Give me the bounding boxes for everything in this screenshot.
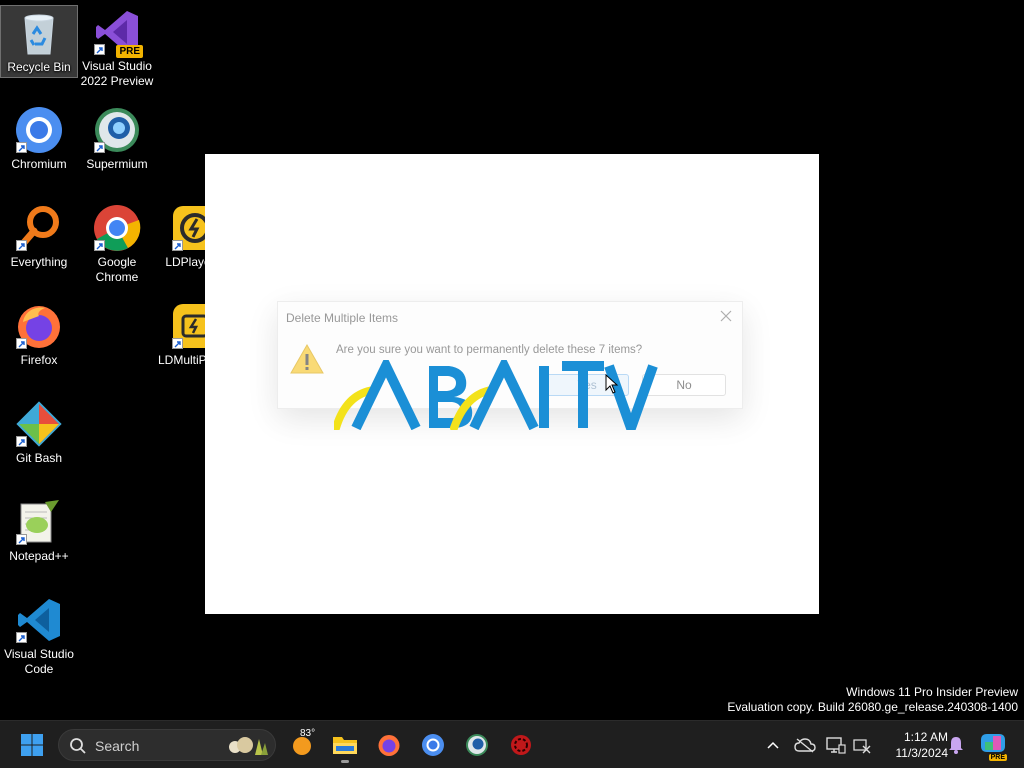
firefox-icon (15, 302, 63, 350)
delete-confirmation-dialog: Delete Multiple Items Are you sure you w… (277, 301, 743, 409)
recycle-bin-icon (15, 9, 63, 57)
copilot-preview-badge: PRE (988, 754, 1007, 761)
file-explorer-icon (333, 737, 357, 754)
desktop-icon-recycle-bin[interactable]: Recycle Bin (0, 5, 78, 78)
network-volume-tray[interactable] (850, 733, 874, 757)
taskbar: Search 83° 1:12 AM 11/3/2024 PRE (0, 720, 1024, 768)
notifications-button[interactable] (944, 733, 968, 757)
shortcut-arrow-icon (16, 436, 27, 447)
desktop-icon-visual-studio-2022-preview[interactable]: PRE Visual Studio 2022 Preview (78, 5, 156, 91)
shortcut-arrow-icon (94, 240, 105, 251)
shortcut-arrow-icon (16, 142, 27, 153)
google-chrome-icon (93, 204, 141, 252)
shortcut-arrow-icon (94, 44, 105, 55)
desktop-icon-visual-studio-code[interactable]: Visual Studio Code (0, 593, 78, 679)
shortcut-arrow-icon (172, 240, 183, 251)
git-bash-icon (15, 400, 63, 448)
notepad-plus-plus-icon (15, 498, 63, 546)
desktop-icon-label: Notepad++ (9, 549, 69, 563)
desktop-icon-google-chrome[interactable]: Google Chrome (78, 201, 156, 287)
chromium-icon (422, 734, 444, 756)
desktop-icon-label: Visual Studio Code (4, 647, 74, 676)
taskbar-file-explorer[interactable] (325, 725, 365, 765)
windows-build: Evaluation copy. Build 26080.ge_release.… (727, 700, 1018, 714)
taskbar-supermium[interactable] (457, 725, 497, 765)
desktop-icon-label: Visual Studio 2022 Preview (80, 59, 154, 88)
visual-studio-icon: PRE (93, 8, 143, 58)
clock-date: 11/3/2024 (895, 746, 949, 760)
search-icon (69, 737, 87, 760)
desktop-icon-supermium[interactable]: Supermium (78, 103, 156, 174)
desktop-icon-label: Everything (10, 255, 68, 269)
firefox-icon (378, 735, 400, 756)
no-button[interactable]: No (642, 374, 726, 396)
taskbar-clock[interactable]: 1:12 AM 11/3/2024 (878, 729, 949, 761)
onedrive-icon (794, 738, 816, 753)
weather-temperature: 83° (300, 728, 316, 739)
desktop-icon-notepad-plus-plus[interactable]: Notepad++ (0, 495, 78, 566)
desktop-icon-label: Supermium (86, 157, 148, 171)
shortcut-arrow-icon (16, 534, 27, 545)
windows-edition: Windows 11 Pro Insider Preview (846, 685, 1018, 699)
network-icon (853, 739, 871, 754)
windows-watermark-text: Windows 11 Pro Insider Preview Evaluatio… (727, 685, 1018, 715)
supermium-icon (466, 734, 488, 756)
shortcut-arrow-icon (172, 338, 183, 349)
taskbar-firefox[interactable] (369, 725, 409, 765)
windows-start-icon (21, 734, 43, 756)
desktop-icon-label: Firefox (20, 353, 58, 367)
mouse-cursor (605, 373, 619, 399)
clock-time: 1:12 AM (903, 730, 948, 744)
display-icon (826, 737, 846, 754)
running-indicator (341, 760, 349, 763)
chevron-up-icon (767, 741, 779, 749)
taskbar-search-box[interactable]: Search (58, 729, 276, 761)
search-placeholder: Search (95, 738, 140, 754)
desktop-icon-label: Google Chrome (95, 255, 139, 284)
supermium-icon (93, 106, 141, 154)
dialog-title: Delete Multiple Items (286, 311, 399, 325)
desktop-icon-firefox[interactable]: Firefox (0, 299, 78, 370)
shortcut-arrow-icon (16, 240, 27, 251)
shortcut-arrow-icon (16, 632, 27, 643)
desktop-icon-label: Chromium (11, 157, 67, 171)
desktop-icon-git-bash[interactable]: Git Bash (0, 397, 78, 468)
preview-badge: PRE (116, 45, 143, 58)
chromium-icon (15, 106, 63, 154)
onedrive-tray[interactable] (793, 733, 817, 757)
show-hidden-icons-button[interactable] (761, 733, 785, 757)
shortcut-arrow-icon (94, 142, 105, 153)
desktop-icon-everything[interactable]: Everything (0, 201, 78, 272)
copilot-button[interactable]: PRE (979, 731, 1007, 761)
taskbar-chromium[interactable] (413, 725, 453, 765)
desktop-icon-chromium[interactable]: Chromium (0, 103, 78, 174)
taskbar-screen-recorder[interactable] (501, 725, 541, 765)
search-highlight-icon (223, 733, 269, 764)
warning-icon (290, 343, 324, 379)
notification-bell-icon (949, 737, 963, 754)
everything-search-icon (15, 204, 63, 252)
desktop-icon-label: Git Bash (15, 451, 63, 465)
shortcut-arrow-icon (16, 338, 27, 349)
screen-recorder-icon (511, 735, 531, 755)
close-icon[interactable] (718, 308, 734, 324)
display-tray[interactable] (824, 733, 848, 757)
vscode-icon (15, 596, 63, 644)
start-button[interactable] (12, 725, 52, 765)
desktop-icon-label: Recycle Bin (7, 60, 71, 74)
dialog-message: Are you sure you want to permanently del… (336, 344, 643, 356)
